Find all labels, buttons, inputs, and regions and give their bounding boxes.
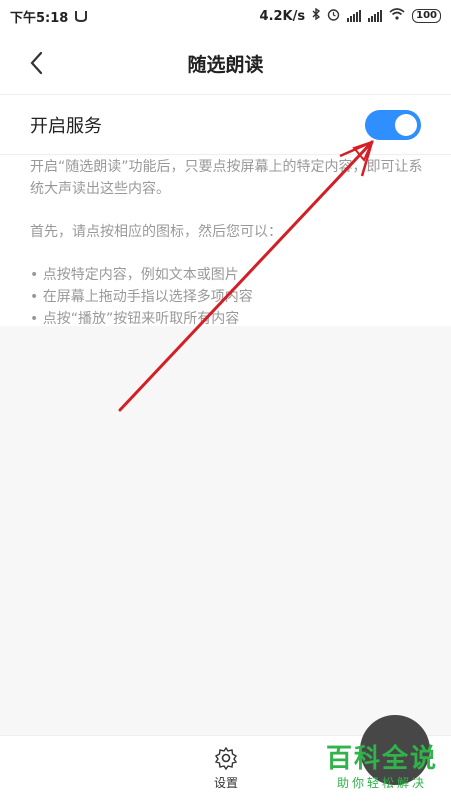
watermark-sub: 助你轻松解决 (336, 776, 427, 790)
page-title: 随选朗读 (187, 53, 264, 76)
status-left: 下午5:18 (10, 7, 88, 26)
watermark: 百科全说 助你轻松解决 (322, 744, 442, 791)
alarm-icon (327, 8, 340, 25)
description-line: 首先，请点按相应的图标，然后您可以： (30, 224, 282, 240)
description-line: • 在屏幕上拖动手指以选择多项内容 (30, 289, 253, 305)
service-row[interactable]: 开启服务 (0, 94, 451, 155)
service-label: 开启服务 (30, 115, 102, 137)
description: 开启“随选朗读”功能后，只要点按屏幕上的特定内容，即可让系统大声读出这些内容。 … (30, 156, 425, 330)
battery-icon: 100 (412, 9, 441, 23)
status-right: 4.2K/s 100 (259, 7, 441, 25)
service-toggle[interactable] (365, 109, 421, 140)
settings-button[interactable]: 设置 (206, 746, 246, 791)
header: 随选朗读 (0, 32, 451, 94)
description-line: 开启“随选朗读”功能后，只要点按屏幕上的特定内容，即可让系统大声读出这些内容。 (30, 159, 423, 197)
description-line: • 点按特定内容，例如文本或图片 (30, 267, 239, 283)
toggle-knob (395, 113, 417, 136)
gear-icon (214, 746, 238, 771)
settings-label: 设置 (213, 776, 238, 790)
back-arrow-icon[interactable] (26, 49, 50, 77)
wifi-icon (389, 8, 405, 24)
bluetooth-icon (312, 7, 321, 24)
watermark-main: 百科全说 (325, 744, 438, 774)
status-bar: 下午5:18 4.2K/s 100 (0, 0, 451, 32)
status-time: 下午5:18 (10, 10, 69, 26)
description-line: • 点按“播放”按钮来听取所有内容 (30, 311, 240, 327)
signal-icon (347, 10, 362, 22)
signal-icon-2 (368, 10, 383, 22)
notification-icon (74, 10, 88, 23)
network-speed: 4.2K/s (259, 8, 306, 24)
content-panel: 开启服务 开启“随选朗读”功能后，只要点按屏幕上的特定内容，即可让系统大声读出这… (0, 94, 451, 327)
